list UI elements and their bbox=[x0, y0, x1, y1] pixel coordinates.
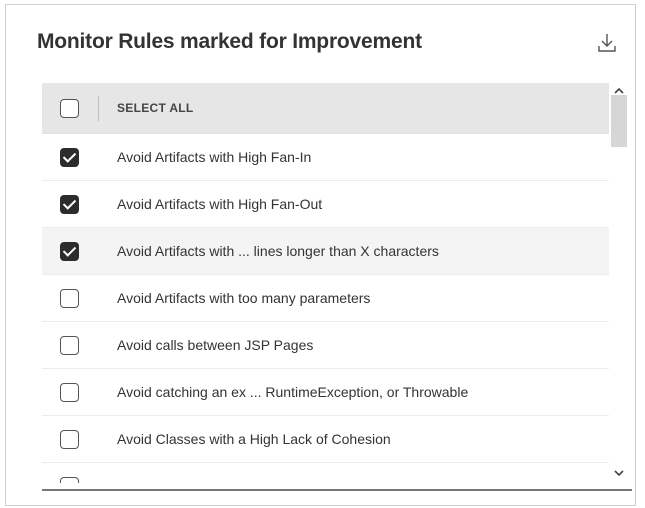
list-item[interactable] bbox=[42, 463, 609, 483]
item-label: Avoid catching an ex ... RuntimeExceptio… bbox=[117, 384, 469, 400]
item-label: Avoid Artifacts with High Fan-In bbox=[117, 149, 312, 165]
select-all-row[interactable]: SELECT ALL bbox=[42, 83, 609, 134]
list-item[interactable]: Avoid calls between JSP Pages bbox=[42, 322, 609, 369]
list-item[interactable]: Avoid Artifacts with ... lines longer th… bbox=[42, 228, 609, 275]
item-checkbox[interactable] bbox=[60, 429, 79, 449]
panel-title: Monitor Rules marked for Improvement bbox=[37, 30, 422, 53]
download-icon[interactable] bbox=[596, 32, 618, 54]
list-item[interactable]: Avoid Artifacts with High Fan-In bbox=[42, 134, 609, 181]
item-label: Avoid calls between JSP Pages bbox=[117, 337, 314, 353]
item-label: Avoid Classes with a High Lack of Cohesi… bbox=[117, 431, 391, 447]
list-item[interactable]: Avoid catching an ex ... RuntimeExceptio… bbox=[42, 369, 609, 416]
rules-list: SELECT ALL Avoid Artifacts with High Fan… bbox=[42, 83, 609, 483]
item-label: Avoid Artifacts with too many parameters bbox=[117, 290, 371, 306]
list-bottom-border bbox=[42, 489, 632, 491]
select-all-checkbox[interactable] bbox=[60, 99, 79, 118]
item-checkbox[interactable] bbox=[60, 382, 79, 402]
item-label: Avoid Artifacts with High Fan-Out bbox=[117, 196, 323, 212]
chevron-down-icon[interactable] bbox=[609, 465, 628, 483]
item-checkbox[interactable] bbox=[60, 288, 79, 308]
item-checkbox[interactable] bbox=[60, 194, 79, 214]
list-item[interactable]: Avoid Artifacts with too many parameters bbox=[42, 275, 609, 322]
item-label: Avoid Artifacts with ... lines longer th… bbox=[117, 243, 439, 259]
item-checkbox[interactable] bbox=[60, 147, 79, 167]
list-scrollbar[interactable] bbox=[609, 83, 628, 483]
item-checkbox[interactable] bbox=[60, 476, 79, 483]
item-checkbox[interactable] bbox=[60, 241, 79, 261]
list-item[interactable]: Avoid Classes with a High Lack of Cohesi… bbox=[42, 416, 609, 463]
item-checkbox[interactable] bbox=[60, 335, 79, 355]
header-divider bbox=[98, 96, 99, 121]
list-item[interactable]: Avoid Artifacts with High Fan-Out bbox=[42, 181, 609, 228]
select-all-label: SELECT ALL bbox=[117, 101, 194, 115]
scrollbar-thumb[interactable] bbox=[611, 95, 627, 147]
